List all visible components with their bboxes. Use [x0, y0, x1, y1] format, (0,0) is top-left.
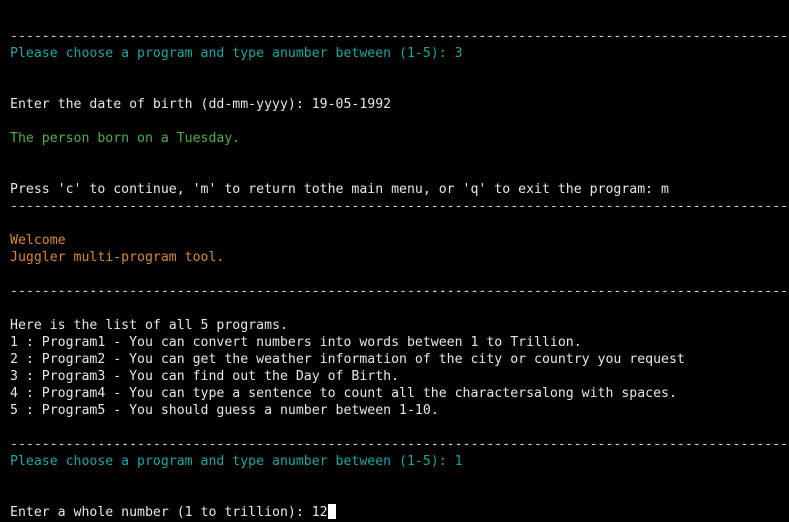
- welcome-text: Welcome: [10, 233, 66, 248]
- program-list-item: 3 : Program3 - You can find out the Day …: [10, 369, 400, 384]
- separator-line: ----------------------------------------…: [10, 284, 789, 299]
- separator-line: ----------------------------------------…: [10, 199, 789, 214]
- text-cursor: [327, 504, 336, 519]
- program-choice-prompt: Please choose a program and type anumber…: [10, 46, 463, 61]
- separator-line: ----------------------------------------…: [10, 437, 789, 452]
- program-list-item: 4 : Program4 - You can type a sentence t…: [10, 386, 677, 401]
- program-choice-prompt: Please choose a program and type anumber…: [10, 454, 463, 469]
- program-list-item: 5 : Program5 - You should guess a number…: [10, 403, 439, 418]
- tool-name-text: Juggler multi-program tool.: [10, 250, 225, 265]
- terminal-window[interactable]: ----------------------------------------…: [0, 0, 789, 522]
- number-input-text: Enter a whole number (1 to trillion): 12: [10, 505, 328, 520]
- continue-prompt: Press 'c' to continue, 'm' to return tot…: [10, 182, 669, 197]
- number-input-line[interactable]: Enter a whole number (1 to trillion): 12: [10, 504, 789, 521]
- dob-input-line: Enter the date of birth (dd-mm-yyyy): 19…: [10, 97, 392, 112]
- program-list-header: Here is the list of all 5 programs.: [10, 318, 288, 333]
- dob-result-text: The person born on a Tuesday.: [10, 131, 241, 146]
- program-list-item: 2 : Program2 - You can get the weather i…: [10, 352, 685, 367]
- program-list-item: 1 : Program1 - You can convert numbers i…: [10, 335, 582, 350]
- separator-line: ----------------------------------------…: [10, 29, 789, 44]
